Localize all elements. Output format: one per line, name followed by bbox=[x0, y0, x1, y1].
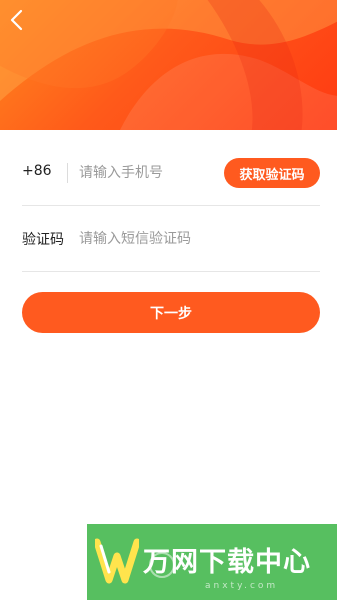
watermark-subtext: anxty.com bbox=[205, 581, 279, 591]
code-input[interactable] bbox=[79, 228, 309, 250]
phone-row: +86 获取验证码 bbox=[22, 141, 320, 206]
next-button[interactable]: 下一步 bbox=[22, 292, 320, 333]
header-banner bbox=[0, 0, 337, 130]
w-logo-icon bbox=[95, 538, 139, 584]
header-pattern bbox=[0, 0, 337, 130]
code-row: 验证码 bbox=[22, 207, 320, 272]
back-button[interactable] bbox=[4, 8, 28, 32]
code-label: 验证码 bbox=[22, 232, 64, 248]
get-code-button[interactable]: 获取验证码 bbox=[224, 158, 320, 188]
country-code[interactable]: +86 bbox=[22, 163, 52, 179]
phone-input[interactable] bbox=[79, 162, 219, 184]
divider bbox=[67, 163, 68, 183]
watermark-banner: 万网下载中心 anxty.com bbox=[87, 524, 337, 600]
chevron-left-icon bbox=[10, 9, 23, 31]
watermark-text: 万网下载中心 bbox=[143, 547, 311, 578]
